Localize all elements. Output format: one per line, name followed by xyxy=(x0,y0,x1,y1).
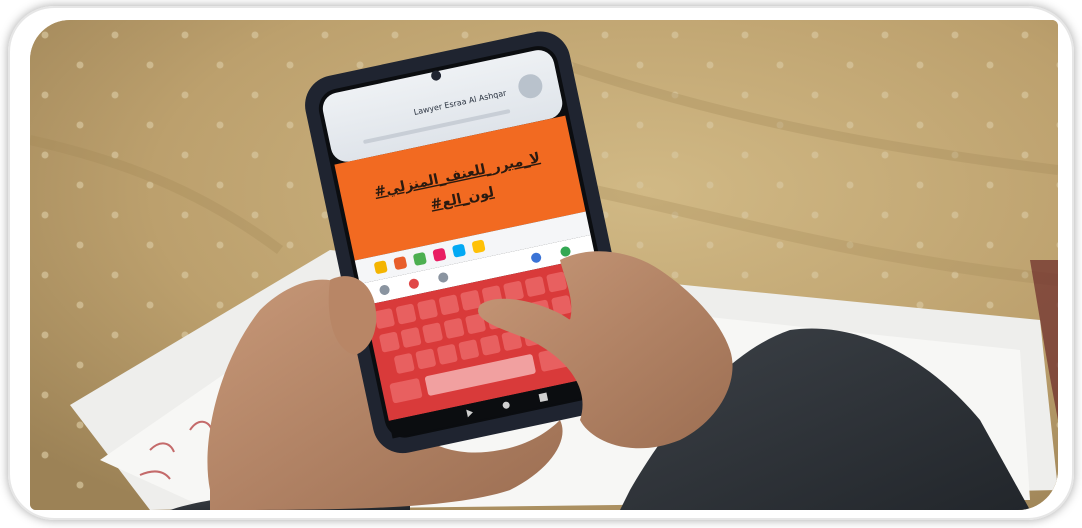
photo: Lawyer Esraa Al Ashqar #لا_مبرر_للعنف_ال… xyxy=(30,20,1058,510)
photo-illustration: Lawyer Esraa Al Ashqar #لا_مبرر_للعنف_ال… xyxy=(30,20,1058,510)
photo-frame: Lawyer Esraa Al Ashqar #لا_مبرر_للعنف_ال… xyxy=(8,6,1074,520)
